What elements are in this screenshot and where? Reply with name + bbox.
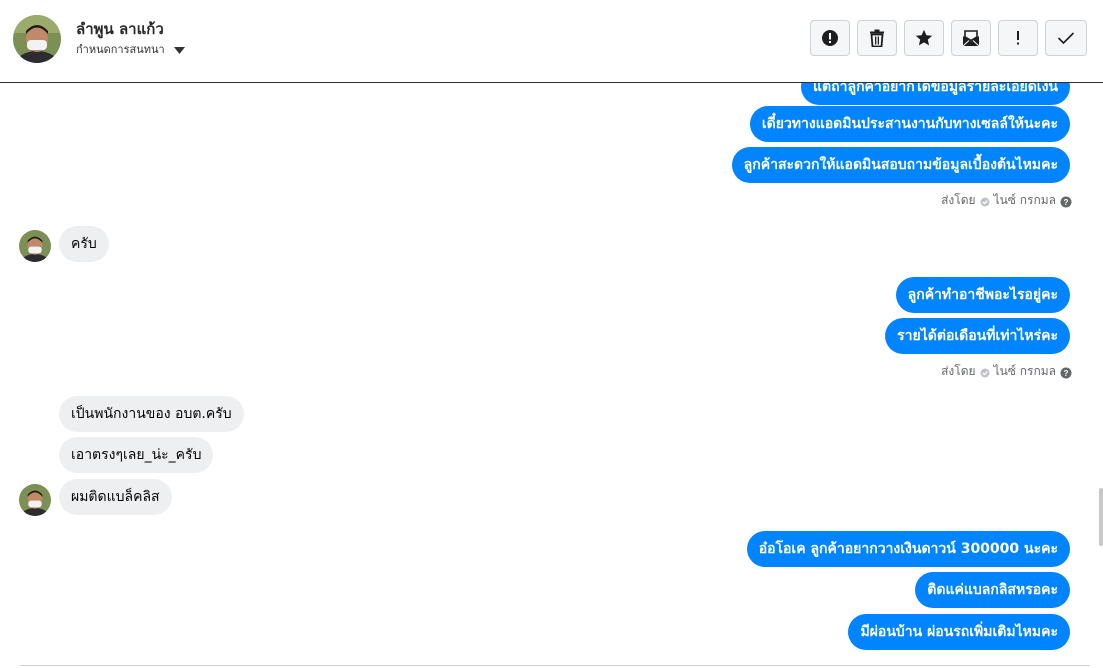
assign-label: กำหนดการสนทนา: [76, 43, 165, 56]
help-icon[interactable]: ?: [1060, 367, 1072, 378]
important-icon: [1015, 29, 1021, 47]
spam-icon: [821, 29, 839, 47]
svg-text:?: ?: [1064, 198, 1069, 207]
star-button[interactable]: [904, 20, 944, 56]
conversation-header: ลำพูน ลาแก้ว กำหนดการสนทนา: [0, 0, 1103, 83]
trash-icon: [869, 29, 885, 47]
message-outgoing: มีผ่อนบ้าน ผ่อนรถเพิ่มเติมไหมคะ: [848, 614, 1070, 650]
composer-divider: [20, 665, 1090, 666]
message-incoming: เอาตรงๆเลย_น่ะ_ครับ: [59, 437, 214, 473]
sent-by-indicator: ส่งโดย ไนซ์ กรกมล ?: [941, 362, 1072, 381]
sent-by-label: ส่งโดย: [941, 193, 976, 207]
contact-name: ลำพูน ลาแก้ว: [76, 20, 164, 38]
scrollbar-thumb[interactable]: [1099, 488, 1103, 546]
message-incoming: ครับ: [59, 226, 109, 262]
mark-spam-button[interactable]: [810, 20, 850, 56]
message-outgoing: อ๋อโอเค ลูกค้าอยากวางเงินดาวน์ 300000 นะ…: [746, 531, 1070, 567]
message-thread[interactable]: แต่ถ้าลูกค้าอยากได้ข้อมูลรายละเอียดเงิน …: [0, 83, 1103, 668]
sender-name: ไนซ์ กรกมล: [993, 193, 1056, 207]
sent-check-icon: [980, 367, 990, 377]
mark-unread-button[interactable]: [951, 20, 991, 56]
sender-name: ไนซ์ กรกมล: [993, 364, 1056, 378]
conversation-toolbar: [810, 20, 1087, 56]
svg-text:?: ?: [1064, 369, 1069, 378]
mark-done-button[interactable]: [1045, 20, 1087, 56]
contact-avatar-small: [19, 230, 51, 262]
sent-by-label: ส่งโดย: [941, 364, 976, 378]
message-incoming: เป็นพนักงานของ อบต.ครับ: [59, 396, 244, 432]
contact-avatar[interactable]: [13, 15, 61, 67]
check-icon: [1057, 31, 1075, 45]
delete-button[interactable]: [857, 20, 897, 56]
contact-avatar-small: [19, 484, 51, 516]
chevron-down-icon: [174, 44, 186, 57]
mark-important-button[interactable]: [998, 20, 1038, 56]
sent-by-indicator: ส่งโดย ไนซ์ กรกมล ?: [941, 191, 1072, 210]
message-outgoing: เดี๋ยวทางแอดมินประสานงานกับทางเซลล์ให้นะ…: [749, 106, 1070, 142]
assign-conversation-dropdown[interactable]: กำหนดการสนทนา: [76, 40, 186, 58]
message-outgoing: ลูกค้าทำอาชีพอะไรอยู่คะ: [895, 277, 1070, 313]
message-outgoing: ลูกค้าสะดวกให้แอดมินสอบถามข้อมูลเบื้องต้…: [731, 147, 1070, 183]
sent-check-icon: [980, 196, 990, 206]
mail-icon: [962, 29, 980, 47]
star-icon: [915, 29, 933, 47]
message-outgoing: รายได้ต่อเดือนที่เท่าไหร่คะ: [885, 318, 1070, 354]
message-outgoing: แต่ถ้าลูกค้าอยากได้ข้อมูลรายละเอียดเงิน: [801, 83, 1070, 105]
message-incoming: ผมติดแบล็คลิส: [59, 479, 172, 515]
help-icon[interactable]: ?: [1060, 196, 1072, 207]
message-outgoing: ติดแค่แบลกลิสหรอคะ: [915, 572, 1070, 608]
